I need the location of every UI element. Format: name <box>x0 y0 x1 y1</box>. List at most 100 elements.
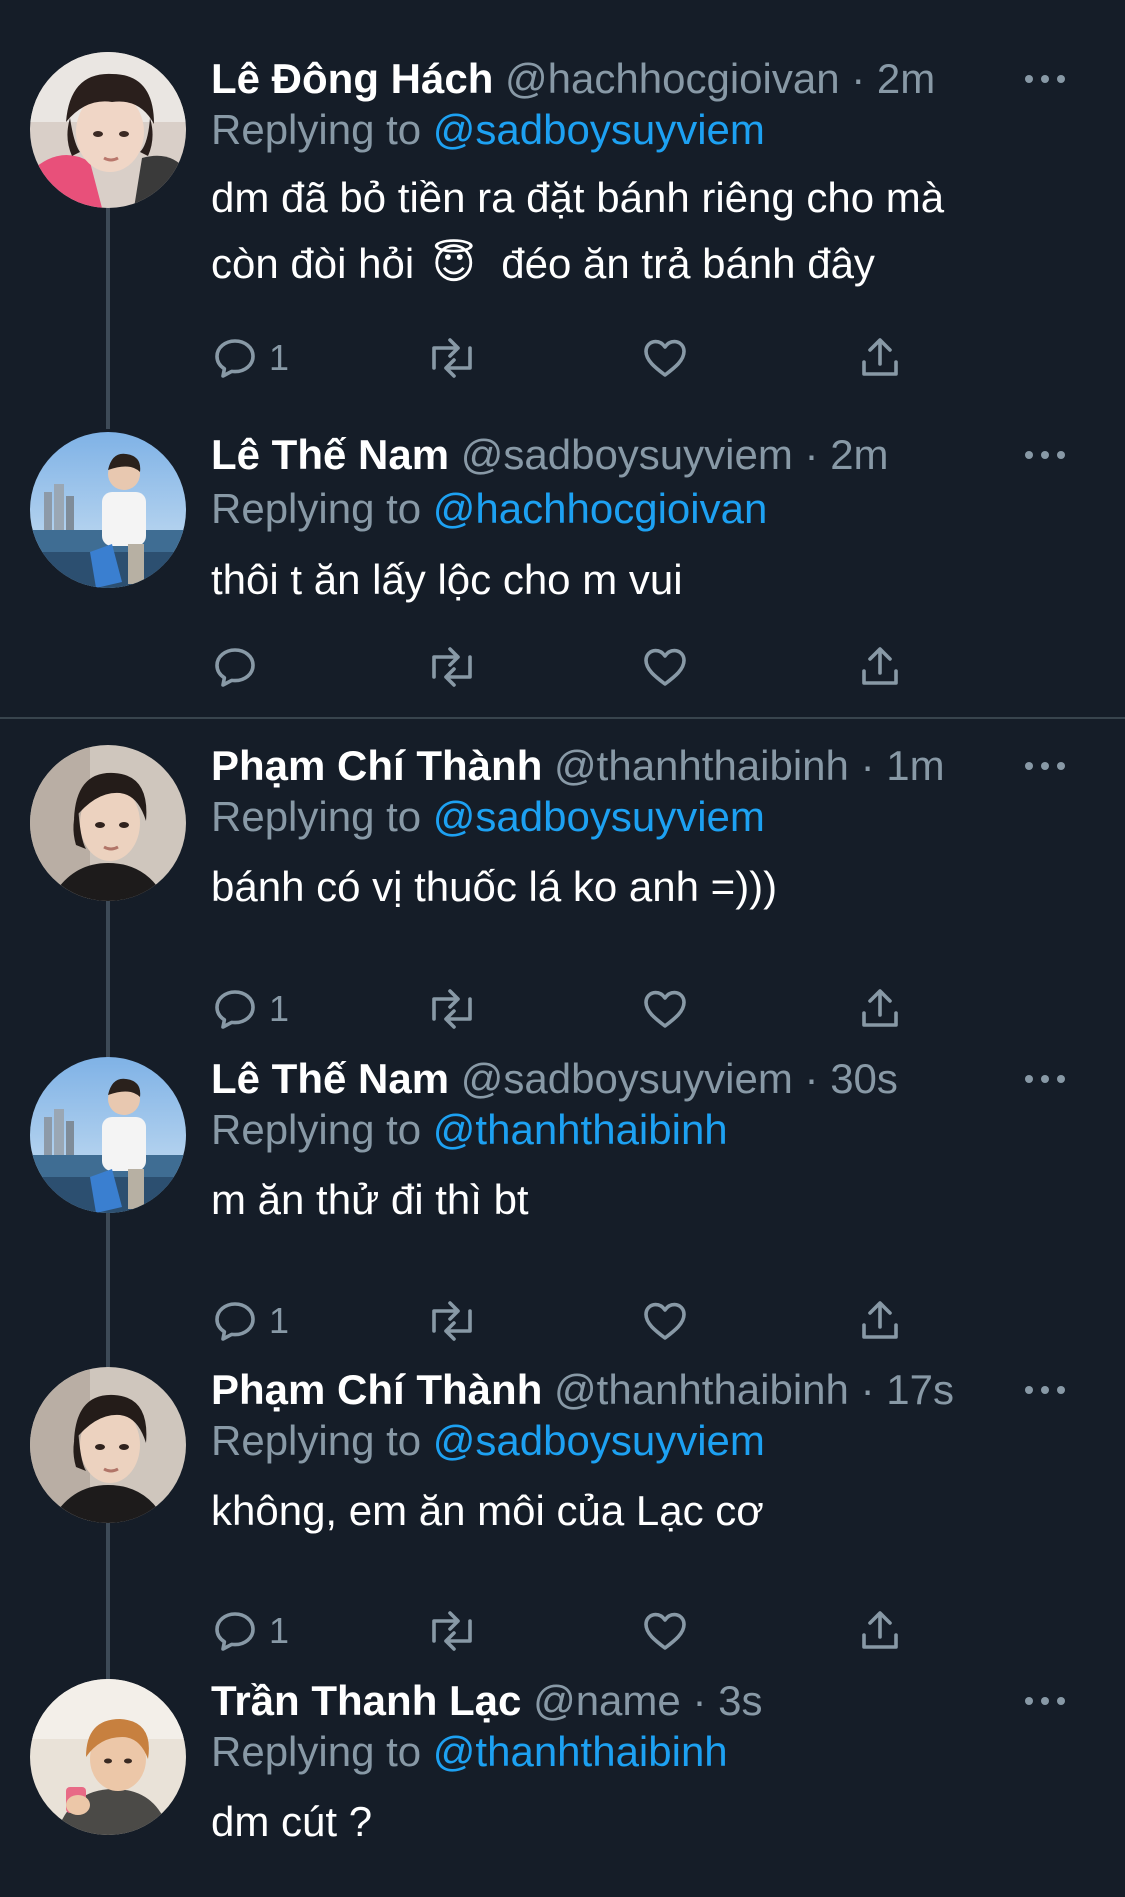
avatar[interactable] <box>30 52 186 208</box>
tweet-header: Lê Thế Nam @sadboysuyviem · 2m <box>211 427 1065 483</box>
more-icon[interactable] <box>1025 738 1065 794</box>
timestamp[interactable]: 30s <box>830 1055 898 1102</box>
username-handle[interactable]: @thanhthaibinh <box>554 742 849 789</box>
avatar[interactable] <box>30 1679 186 1835</box>
share-button[interactable] <box>856 1293 904 1349</box>
tweet[interactable]: Lê Thế Nam @sadboysuyviem · 30s Replying… <box>0 1055 1125 1369</box>
share-button[interactable] <box>856 981 904 1037</box>
reply-count: 1 <box>269 1300 290 1341</box>
separator-dot: · <box>851 55 866 102</box>
more-icon[interactable] <box>1025 51 1065 107</box>
tweet[interactable]: Phạm Chí Thành @thanhthaibinh · 17s Repl… <box>0 1366 1125 1679</box>
tweet-header: Phạm Chí Thành @thanhthaibinh · 17s <box>211 1362 1065 1418</box>
replying-to-line: Replying to @thanhthaibinh <box>211 1103 728 1157</box>
tweet[interactable]: Trần Thanh Lạc @name · 3s Replying to @t… <box>0 1677 1125 1897</box>
mention-link[interactable]: @sadboysuyviem <box>433 1417 765 1464</box>
share-button[interactable] <box>856 1603 904 1659</box>
username-handle[interactable]: @name <box>533 1677 681 1724</box>
avatar[interactable] <box>30 432 186 588</box>
tweet[interactable]: Lê Đông Hách @hachhocgioivan · 2m Replyi… <box>0 0 1125 430</box>
mention-link[interactable]: @thanhthaibinh <box>433 1728 728 1775</box>
username-handle[interactable]: @hachhocgioivan <box>505 55 840 102</box>
reply-button[interactable]: 1 <box>211 1293 289 1349</box>
more-icon[interactable] <box>1025 1362 1065 1418</box>
display-name[interactable]: Phạm Chí Thành <box>211 742 542 789</box>
mention-link[interactable]: @sadboysuyviem <box>433 106 765 153</box>
timestamp[interactable]: 3s <box>718 1677 762 1724</box>
username-handle[interactable]: @sadboysuyviem <box>461 1055 793 1102</box>
timestamp[interactable]: 2m <box>830 431 888 478</box>
separator-dot: · <box>804 431 819 478</box>
replying-to-line: Replying to @sadboysuyviem <box>211 103 765 157</box>
more-icon[interactable] <box>1025 1051 1065 1107</box>
timestamp[interactable]: 17s <box>886 1366 954 1413</box>
retweet-icon <box>432 647 472 687</box>
tweet-text: dm đã bỏ tiền ra đặt bánh riêng cho mà c… <box>211 165 1045 297</box>
like-button[interactable] <box>641 639 689 695</box>
mention-link[interactable]: @sadboysuyviem <box>433 793 765 840</box>
reply-button[interactable]: 1 <box>211 1603 289 1659</box>
display-name[interactable]: Phạm Chí Thành <box>211 1366 542 1413</box>
display-name[interactable]: Trần Thanh Lạc <box>211 1677 521 1724</box>
retweet-button[interactable] <box>424 981 480 1037</box>
retweet-button[interactable] <box>424 639 480 695</box>
like-button[interactable] <box>641 1293 689 1349</box>
avatar[interactable] <box>30 745 186 901</box>
tweet-text: m ăn thử đi thì bt <box>211 1167 1045 1233</box>
tweet-text: bánh có vị thuốc lá ko anh =))) <box>211 854 1045 920</box>
heart-icon <box>644 1612 686 1650</box>
display-name[interactable]: Lê Đông Hách <box>211 55 493 102</box>
share-button[interactable] <box>856 639 904 695</box>
avatar-image <box>30 1679 186 1835</box>
avatar[interactable] <box>30 1367 186 1523</box>
replying-to-label: Replying to <box>211 793 422 840</box>
tweet-text-line: không, em ăn môi của Lạc cơ <box>211 1487 764 1534</box>
avatar[interactable] <box>30 1057 186 1213</box>
avatar-image <box>30 1057 186 1213</box>
replying-to-label: Replying to <box>211 1106 422 1153</box>
tweet[interactable]: Lê Thế Nam @sadboysuyviem · 2m Replying … <box>0 430 1125 718</box>
display-name[interactable]: Lê Thế Nam <box>211 1055 449 1102</box>
retweet-button[interactable] <box>424 1603 480 1659</box>
replying-to-label: Replying to <box>211 485 422 532</box>
tweet-header: Trần Thanh Lạc @name · 3s <box>211 1673 1065 1729</box>
action-bar <box>211 639 911 695</box>
username-handle[interactable]: @sadboysuyviem <box>461 431 793 478</box>
mention-link[interactable]: @thanhthaibinh <box>433 1106 728 1153</box>
tweet-text-line: m ăn thử đi thì bt <box>211 1176 529 1223</box>
timestamp[interactable]: 2m <box>877 55 935 102</box>
avatar-image <box>30 1367 186 1523</box>
share-button[interactable] <box>856 330 904 386</box>
heart-icon <box>644 1302 686 1340</box>
reply-button[interactable]: 1 <box>211 330 289 386</box>
username-handle[interactable]: @thanhthaibinh <box>554 1366 849 1413</box>
action-bar: 1 <box>211 981 911 1037</box>
retweet-button[interactable] <box>424 1293 480 1349</box>
tweet[interactable]: Phạm Chí Thành @thanhthaibinh · 1m Reply… <box>0 742 1125 1057</box>
heart-icon <box>644 339 686 377</box>
replying-to-line: Replying to @sadboysuyviem <box>211 1414 765 1468</box>
retweet-icon <box>432 1301 472 1341</box>
tweet-text-line: dm cút ? <box>211 1798 373 1845</box>
reply-button[interactable] <box>211 639 259 695</box>
retweet-button[interactable] <box>424 330 480 386</box>
avatar-image <box>30 745 186 901</box>
like-button[interactable] <box>641 330 689 386</box>
tweet-text: thôi t ăn lấy lộc cho m vui <box>211 547 1045 613</box>
tweet-header: Lê Đông Hách @hachhocgioivan · 2m <box>211 51 1065 107</box>
avatar-image <box>30 52 186 208</box>
tweet-text: không, em ăn môi của Lạc cơ <box>211 1478 1045 1544</box>
more-icon[interactable] <box>1025 427 1065 483</box>
display-name[interactable]: Lê Thế Nam <box>211 431 449 478</box>
conversation-thread: Lê Đông Hách @hachhocgioivan · 2m Replyi… <box>0 0 1125 1897</box>
tweet-text-line: dm đã bỏ tiền ra đặt bánh riêng cho mà <box>211 174 945 221</box>
more-icon[interactable] <box>1025 1673 1065 1729</box>
timestamp[interactable]: 1m <box>886 742 944 789</box>
smiling-halo-emoji: 😇 <box>431 240 476 287</box>
reply-button[interactable]: 1 <box>211 981 289 1037</box>
tweet-text-segment: đéo ăn trả bánh đây <box>501 240 875 287</box>
like-button[interactable] <box>641 1603 689 1659</box>
mention-link[interactable]: @hachhocgioivan <box>433 485 768 532</box>
like-button[interactable] <box>641 981 689 1037</box>
action-bar: 1 <box>211 1293 911 1349</box>
